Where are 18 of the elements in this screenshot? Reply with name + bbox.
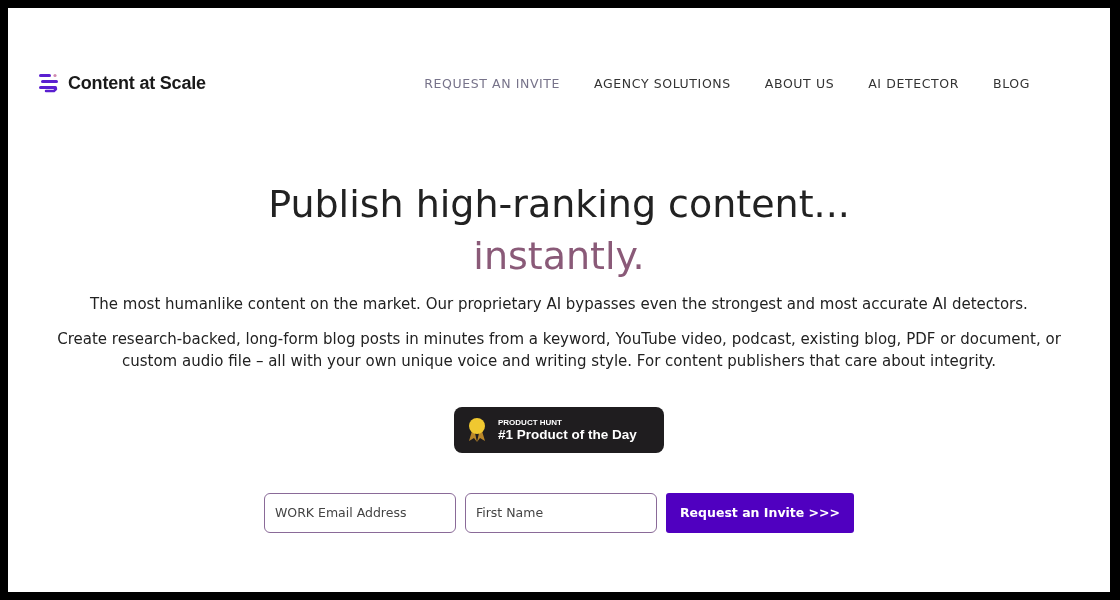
medal-icon [466,416,488,443]
nav-link[interactable]: BLOG [992,75,1030,91]
body-text: Create research-backed, long-form blog posts in minutes from a keyword, YouTube video, podcast, existing blog, PDF or document, or custom audio file – all with your own unique voice and writing style. For content publishers that care about integrity. [56,329,1062,372]
nav-link[interactable]: AGENCY SOLUTIONS [594,75,731,91]
logo-text: Content at Scale [68,72,206,94]
logo-icon [38,72,60,94]
headline: Publish high-ranking content... [268,182,850,228]
nav-link[interactable]: AI DETECTOR [868,75,959,91]
input-field[interactable]: First Name [464,492,657,533]
badge-eyebrow: PRODUCT HUNT [498,417,563,427]
request-invite-button[interactable]: Request an Invite >>> [665,492,855,533]
product-hunt-badge[interactable]: PRODUCT HUNT #1 Product of the Day [454,406,664,453]
headline-accent: instantly. [473,233,645,280]
nav-link[interactable]: ABOUT US [764,75,835,91]
lead-text: The most humanlike content on the market. Our proprietary AI bypasses even the strongest and most accurate AI detectors. [90,295,1028,314]
nav-link[interactable]: REQUEST AN INVITE [424,75,561,91]
input-field[interactable]: WORK Email Address [263,492,456,533]
badge-title: #1 Product of the Day [498,426,637,442]
